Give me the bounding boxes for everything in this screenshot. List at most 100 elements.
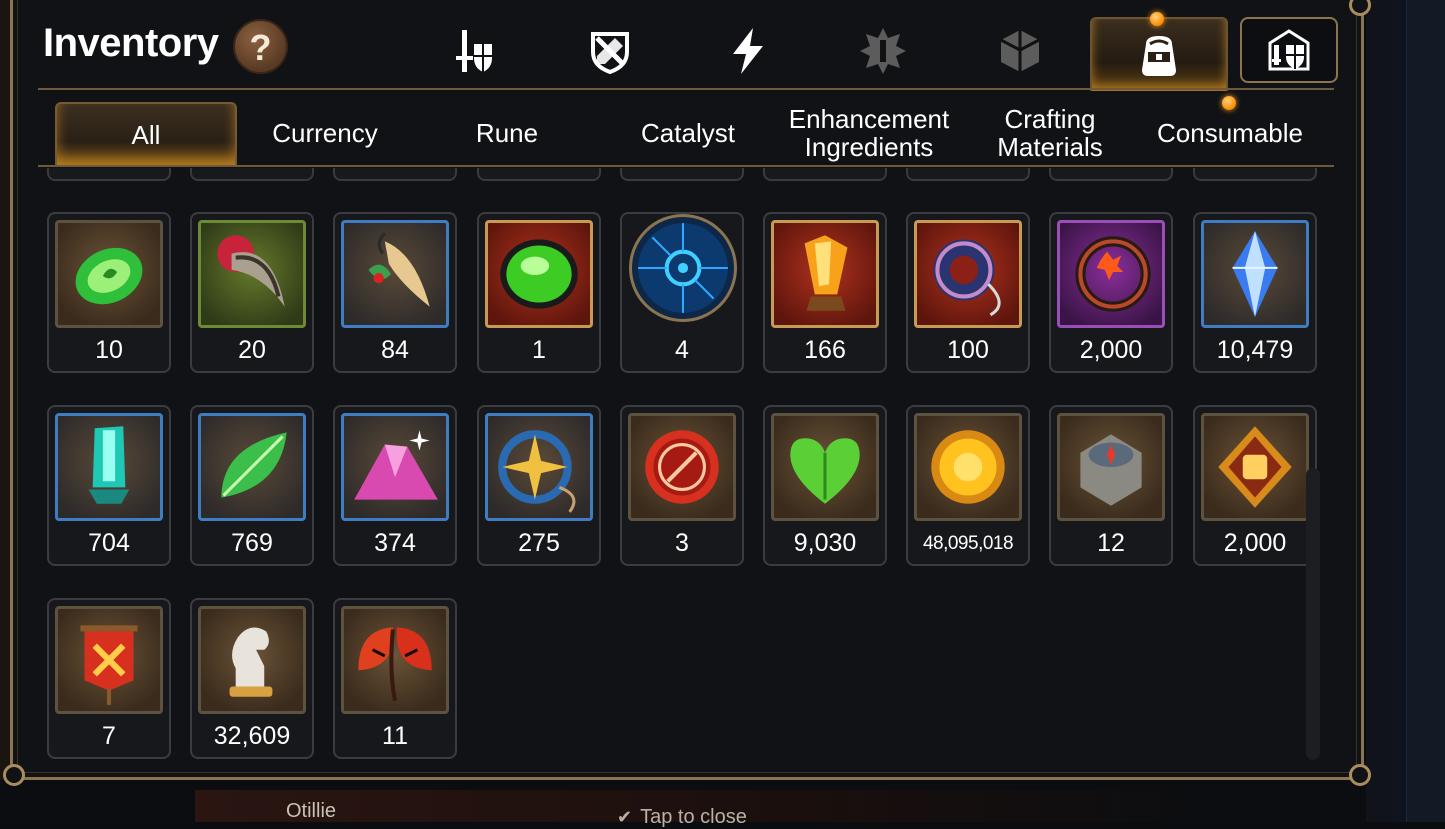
tab-gear[interactable] bbox=[443, 20, 503, 82]
item-count: 11 bbox=[382, 722, 408, 750]
item-frame bbox=[341, 220, 449, 328]
tap-to-close-hint[interactable]: ✔ Tap to close bbox=[617, 806, 747, 829]
item-count: 32,609 bbox=[213, 722, 291, 750]
claw-icon bbox=[217, 235, 285, 307]
scrolled-slot bbox=[333, 168, 457, 181]
tab-artifacts[interactable] bbox=[853, 20, 913, 82]
star-pendant-icon bbox=[498, 430, 576, 513]
panel-corner-ornament bbox=[1349, 764, 1371, 786]
item-count: 275 bbox=[518, 529, 560, 557]
inventory-slot[interactable]: 48,095,018 bbox=[906, 405, 1030, 566]
item-frame bbox=[198, 606, 306, 714]
character-name: Otillie bbox=[286, 800, 337, 822]
tab-consumable[interactable]: Consumable bbox=[1140, 102, 1320, 164]
lightning-icon bbox=[733, 28, 763, 74]
inventory-slot[interactable]: 32,609 bbox=[190, 598, 314, 759]
item-frame bbox=[628, 413, 736, 521]
inventory-slot[interactable]: 1 bbox=[477, 212, 601, 373]
item-count: 7 bbox=[102, 722, 116, 750]
item-count: 12 bbox=[1097, 529, 1125, 557]
green-stone-icon bbox=[75, 247, 143, 305]
page-title: Inventory bbox=[43, 21, 219, 65]
scrolled-slot bbox=[47, 168, 171, 181]
inventory-slot[interactable]: 704 bbox=[47, 405, 171, 566]
inventory-slot[interactable]: 166 bbox=[763, 212, 887, 373]
inventory-slot[interactable]: 9,030 bbox=[763, 405, 887, 566]
blue-orb-icon bbox=[638, 223, 728, 313]
inventory-slot[interactable]: 100 bbox=[906, 212, 1030, 373]
item-count: 374 bbox=[374, 529, 416, 557]
banner-icon bbox=[80, 625, 138, 705]
red-seal-icon bbox=[645, 430, 719, 504]
item-frame bbox=[485, 413, 593, 521]
inventory-slot[interactable]: 374 bbox=[333, 405, 457, 566]
gold-coin-icon bbox=[931, 430, 1005, 504]
tap-to-close-label: Tap to close bbox=[640, 806, 747, 828]
background-strip bbox=[1406, 0, 1445, 822]
inventory-slot[interactable]: 769 bbox=[190, 405, 314, 566]
item-count: 10,479 bbox=[1216, 336, 1294, 364]
tab-catalyst[interactable]: Catalyst bbox=[598, 102, 778, 164]
item-frame bbox=[1057, 413, 1165, 521]
tab-shards[interactable] bbox=[990, 20, 1050, 82]
red-leaf-icon bbox=[358, 627, 432, 702]
item-frame bbox=[1201, 413, 1309, 521]
panel-corner-ornament bbox=[3, 764, 25, 786]
feather-charm-icon bbox=[368, 232, 430, 307]
knight-piece-icon bbox=[229, 627, 273, 697]
tab-guild[interactable] bbox=[1240, 17, 1338, 83]
item-frame bbox=[485, 220, 593, 328]
item-frame bbox=[914, 413, 1022, 521]
help-button[interactable]: ? bbox=[233, 19, 288, 74]
tab-all[interactable]: All bbox=[55, 102, 237, 166]
inventory-slot[interactable]: 12 bbox=[1049, 405, 1173, 566]
inventory-slot[interactable]: 10 bbox=[47, 212, 171, 373]
item-count: 84 bbox=[381, 336, 409, 364]
inventory-slot[interactable]: 7 bbox=[47, 598, 171, 759]
background-right bbox=[1366, 0, 1445, 822]
scrollbar[interactable] bbox=[1306, 468, 1320, 760]
crossed-shield-icon bbox=[591, 32, 629, 75]
inventory-slot[interactable]: 2,000 bbox=[1193, 405, 1317, 566]
item-frame bbox=[198, 413, 306, 521]
consumable-notification-dot bbox=[1222, 96, 1236, 110]
inventory-slot[interactable]: 11 bbox=[333, 598, 457, 759]
inventory-slot[interactable]: 275 bbox=[477, 405, 601, 566]
tab-enhancement-ingredients[interactable]: Enhancement Ingredients bbox=[779, 102, 959, 164]
item-frame bbox=[629, 214, 737, 322]
tab-unequipped[interactable] bbox=[580, 20, 640, 82]
tab-boosts[interactable] bbox=[718, 20, 778, 82]
inventory-slot[interactable]: 20 bbox=[190, 212, 314, 373]
item-frame bbox=[55, 606, 163, 714]
blue-crystal-icon bbox=[1232, 231, 1278, 317]
item-frame bbox=[341, 606, 449, 714]
stone-compass-icon bbox=[1080, 434, 1142, 506]
item-frame bbox=[914, 220, 1022, 328]
scrolled-slot bbox=[620, 168, 744, 181]
tab-currency[interactable]: Currency bbox=[235, 102, 415, 164]
teal-crystal-icon bbox=[88, 426, 130, 504]
tab-rune[interactable]: Rune bbox=[417, 102, 597, 164]
item-frame bbox=[771, 413, 879, 521]
item-count: 4 bbox=[675, 336, 689, 364]
inventory-slot[interactable]: 3 bbox=[620, 405, 744, 566]
green-gem-icon bbox=[500, 239, 578, 309]
scrolled-slot bbox=[1193, 168, 1317, 181]
inventory-slot[interactable]: 4 bbox=[620, 212, 744, 373]
tab-crafting-materials[interactable]: Crafting Materials bbox=[960, 102, 1140, 164]
item-frame bbox=[1057, 220, 1165, 328]
tab-inventory[interactable] bbox=[1090, 17, 1228, 91]
inventory-slot[interactable]: 10,479 bbox=[1193, 212, 1317, 373]
item-count: 48,095,018 bbox=[922, 533, 1014, 554]
item-count: 704 bbox=[88, 529, 130, 557]
scrolled-slot bbox=[477, 168, 601, 181]
green-heart-icon bbox=[790, 438, 860, 504]
item-count: 2,000 bbox=[1223, 529, 1287, 557]
scrolled-slot bbox=[763, 168, 887, 181]
inventory-notification-dot bbox=[1150, 12, 1164, 26]
item-frame bbox=[198, 220, 306, 328]
inventory-slot[interactable]: 2,000 bbox=[1049, 212, 1173, 373]
item-count: 10 bbox=[95, 336, 123, 364]
scrolled-slot bbox=[1049, 168, 1173, 181]
inventory-slot[interactable]: 84 bbox=[333, 212, 457, 373]
